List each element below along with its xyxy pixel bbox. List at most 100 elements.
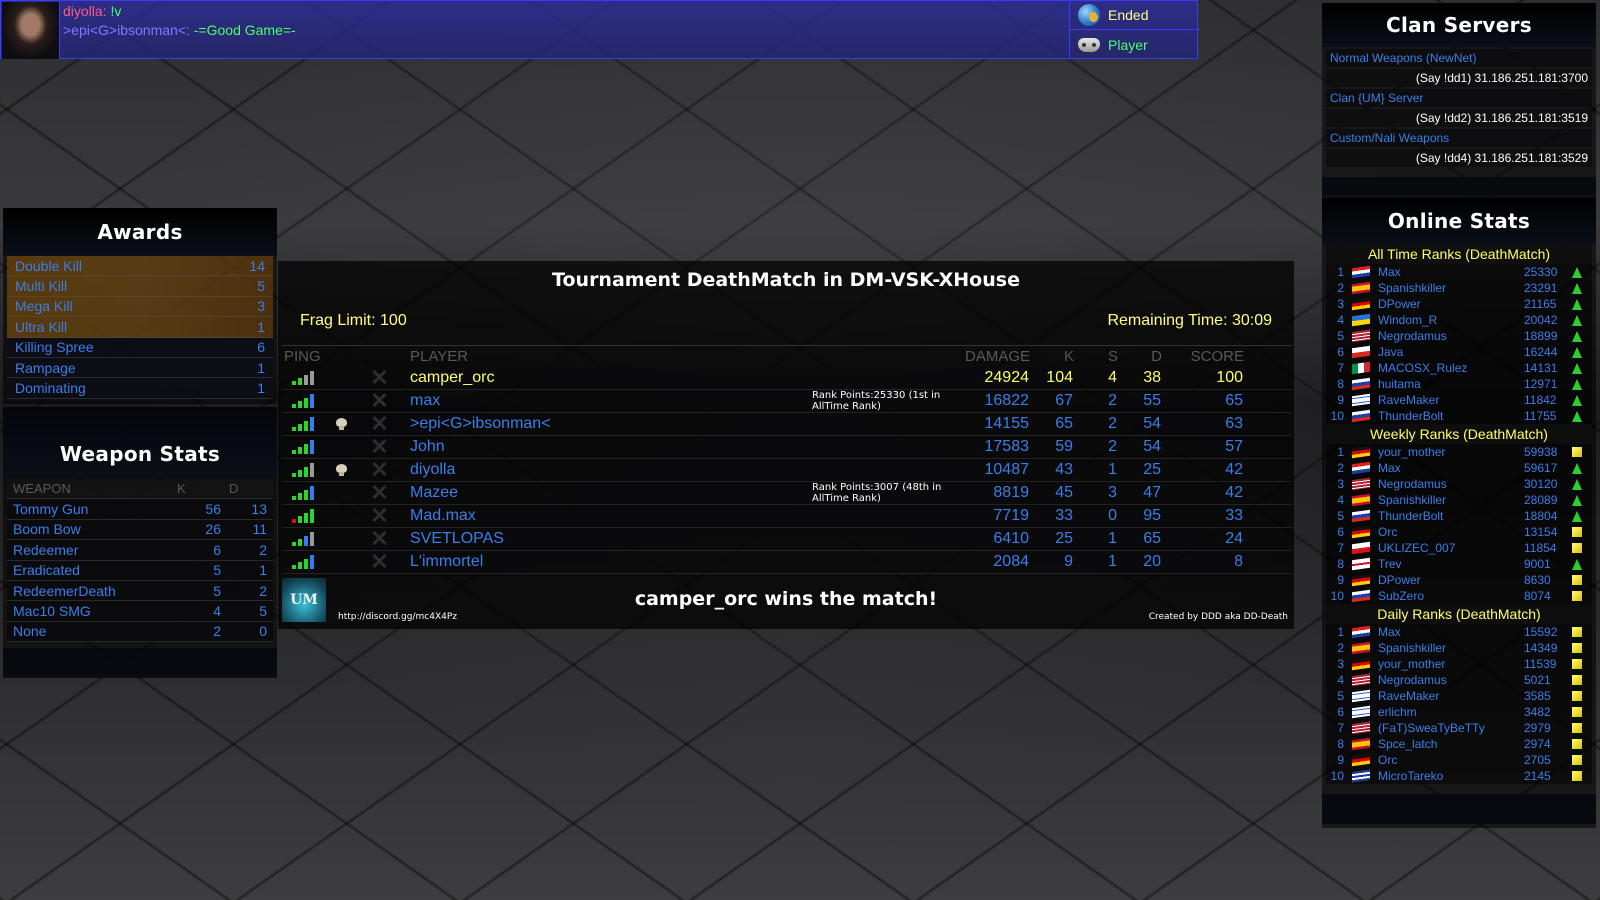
rank-row[interactable]: 3 your_mother 11539 [1326,656,1592,672]
player-row[interactable]: ✕ John 17583 59 2 54 57 [282,434,1292,459]
ping-cell [282,436,329,458]
rank-row[interactable]: 8 huitama 12971 [1326,376,1592,392]
player-s: 2 [1080,413,1123,435]
match-title: Tournament DeathMatch in DM-VSK-XHouse [552,269,1020,291]
rank-row[interactable]: 6 erlichm 3482 [1326,704,1592,720]
player-name-cell: SVETLOPAS [406,528,955,550]
rank-row[interactable]: 2 Spanishkiller 14349 [1326,640,1592,656]
scoreboard: Tournament DeathMatch in DM-VSK-XHouse F… [278,261,1294,629]
flag-israel-icon [1352,393,1370,407]
rank-row[interactable]: 7 MACOSX_Rulez 14131 [1326,360,1592,376]
rank-row[interactable]: 10 ThunderBolt 11755 [1326,408,1592,424]
player-row[interactable]: ✕ diyolla 10487 43 1 25 42 [282,457,1292,482]
rank-row[interactable]: 7 (FaT)SweaTyBeTTy 2979 [1326,720,1592,736]
status-cell [330,505,353,527]
rank-row[interactable]: 3 Negrodamus 30120 [1326,476,1592,492]
rank-row[interactable]: 4 Spanishkiller 28089 [1326,492,1592,508]
player-damage: 10487 [956,459,1035,481]
weapon-deaths: 5 [259,603,267,620]
player-row[interactable]: ✕ Mazee Rank Points:3007 (48th in AllTime … [282,480,1292,505]
rank-row[interactable]: 5 ThunderBolt 18804 [1326,508,1592,524]
rank-row[interactable]: 9 Orc 2705 [1326,752,1592,768]
rank-row[interactable]: 3 DPower 21165 [1326,296,1592,312]
rank-row[interactable]: 5 Negrodamus 18899 [1326,328,1592,344]
player-row[interactable]: ✕ camper_orc 24924 104 4 38 100 [282,365,1292,390]
player-row[interactable]: ✕ L'immortel 2084 9 1 20 8 [282,549,1292,574]
player-row[interactable]: ✕ >epi<G>ibsonman< 14155 65 2 54 63 [282,411,1292,436]
rank-section-heading: All Time Ranks (DeathMatch) [1326,244,1592,264]
rank-position: 1 [1337,445,1344,459]
awards-list: Double Kill 14 Multi Kill 5 Mega Kill 3 Ultra … [3,256,277,399]
weapon-kills: 2 [213,623,221,640]
player-name-cell: Mad.max [406,505,955,527]
player-name: SVETLOPAS [410,530,504,547]
player-name: Mazee [410,484,459,501]
ping-cell [282,459,329,481]
player-avatar [2,2,60,59]
server-name[interactable]: Clan {UM} Server [1326,89,1592,107]
award-label: Double Kill [15,257,82,274]
rank-row[interactable]: 4 Negrodamus 5021 [1326,672,1592,688]
ping-bars-icon [292,417,314,431]
rank-row[interactable]: 1 your_mother 59938 [1326,444,1592,460]
rank-row[interactable]: 6 Java 16244 [1326,344,1592,360]
player-s: 2 [1080,390,1123,412]
rank-row[interactable]: 8 Spce_latch 2974 [1326,736,1592,752]
rank-position: 8 [1337,377,1344,391]
weapon-kills: 26 [205,521,221,538]
rank-row[interactable]: 6 Orc 13154 [1326,524,1592,540]
rank-score: 11755 [1524,409,1557,423]
award-row: Rampage 1 [7,357,273,379]
server-name[interactable]: Normal Weapons (NewNet) [1326,49,1592,67]
player-row[interactable]: ✕ max Rank Points:25330 (1st in AllTime Ra… [282,388,1292,413]
flag-russia-icon [1352,409,1370,423]
server-address: (Say !dd4) 31.186.251.181:3529 [1326,149,1592,167]
rank-row[interactable]: 5 RaveMaker 3585 [1326,688,1592,704]
flag-ukraine-icon [1352,313,1370,327]
awards-title: Awards [3,208,277,256]
rank-player-name: your_mother [1378,657,1446,671]
player-k: 43 [1036,459,1079,481]
ping-bars-icon [292,463,314,477]
rank-row[interactable]: 8 Trev 9001 [1326,556,1592,572]
rank-player-name: Negrodamus [1378,329,1447,343]
rank-row[interactable]: 2 Spanishkiller 23291 [1326,280,1592,296]
rank-row[interactable]: 1 Max 15592 [1326,624,1592,640]
cross-icon: ✕ [354,388,405,413]
rank-row[interactable]: 10 MicroTareko 2145 [1326,768,1592,784]
online-stats-footer [1322,794,1596,824]
rank-position: 10 [1330,409,1344,423]
chat-line: diyolla: !v [63,3,121,19]
col-suicides: S [1107,348,1118,365]
chat-message: !v [110,3,122,19]
rank-player-name: ThunderBolt [1378,509,1444,523]
rank-player-name: DPower [1378,297,1421,311]
rank-player-name: Spanishkiller [1378,641,1447,655]
weapon-kills: 56 [205,501,221,518]
rank-player-name: Max [1378,265,1401,279]
player-row[interactable]: ✕ SVETLOPAS 6410 25 1 65 24 [282,526,1292,551]
weapon-stats-rows: Tommy Gun 56 13 Boom Bow 26 11 Redeemer 6 2 Eradi… [3,499,277,643]
server-name[interactable]: Custom/Nali Weapons [1326,129,1592,147]
rank-row[interactable]: 1 Max 25330 [1326,264,1592,280]
player-score: 57 [1168,436,1249,458]
rank-row[interactable]: 2 Max 59617 [1326,460,1592,476]
flag-germany-icon [1352,573,1370,587]
discord-link[interactable]: http://discord.gg/mc4X4Pz [338,612,457,622]
player-d: 47 [1124,482,1167,504]
rank-row[interactable]: 4 Windom_R 20042 [1326,312,1592,328]
rank-row[interactable]: 10 SubZero 8074 [1326,588,1592,604]
weapon-deaths: 11 [252,521,267,538]
rank-row[interactable]: 9 DPower 8630 [1326,572,1592,588]
rank-score: 5021 [1524,673,1551,687]
award-label: Multi Kill [15,278,68,295]
rank-score: 8630 [1524,573,1551,587]
trend-same-icon [1572,527,1582,537]
rank-row[interactable]: 7 UKLIZEC_007 11854 [1326,540,1592,556]
award-count: 6 [257,339,265,356]
award-row: Ultra Kill 1 [7,317,273,338]
player-row[interactable]: ✕ Mad.max 7719 33 0 95 33 [282,503,1292,528]
player-score: 100 [1168,367,1249,389]
rank-row[interactable]: 9 RaveMaker 11842 [1326,392,1592,408]
status-cell [330,367,353,389]
